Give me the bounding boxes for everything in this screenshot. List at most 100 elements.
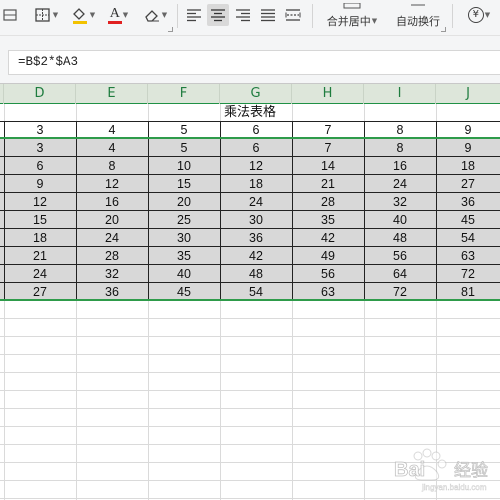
- font-color-button[interactable]: A ▼: [103, 4, 133, 26]
- product-cell[interactable]: 6: [4, 157, 76, 175]
- fill-color-button[interactable]: ▼: [68, 4, 98, 26]
- header-cell[interactable]: 5: [148, 121, 220, 139]
- clear-format-button[interactable]: ▼: [140, 4, 170, 26]
- product-cell[interactable]: 63: [436, 247, 500, 265]
- product-cell[interactable]: 14: [292, 157, 364, 175]
- product-cell[interactable]: 3: [4, 139, 76, 157]
- product-cell[interactable]: 81: [436, 283, 500, 301]
- product-cell[interactable]: 20: [148, 193, 220, 211]
- product-cell[interactable]: 40: [148, 265, 220, 283]
- product-cell[interactable]: 6: [220, 139, 292, 157]
- product-cell[interactable]: 24: [364, 175, 436, 193]
- product-cell[interactable]: 72: [436, 265, 500, 283]
- header-cell[interactable]: 8: [364, 121, 436, 139]
- product-cell[interactable]: 18: [436, 157, 500, 175]
- product-cell[interactable]: 24: [4, 265, 76, 283]
- spreadsheet-grid[interactable]: 乘法表格 3 4 5 6 7 8 9 3 4 5 6 7 8 9 6 8 10 12 14 16 18 9 12 15 18 21…: [0, 104, 500, 500]
- column-header-j[interactable]: J: [436, 84, 500, 104]
- header-cell[interactable]: 4: [76, 121, 148, 139]
- product-cell[interactable]: 9: [436, 139, 500, 157]
- gridline: [0, 498, 500, 499]
- product-cell[interactable]: 8: [76, 157, 148, 175]
- product-cell[interactable]: 45: [436, 211, 500, 229]
- product-cell[interactable]: 54: [220, 283, 292, 301]
- product-cell[interactable]: 21: [4, 247, 76, 265]
- product-cell[interactable]: 7: [292, 139, 364, 157]
- product-cell[interactable]: 36: [220, 229, 292, 247]
- product-cell[interactable]: 64: [364, 265, 436, 283]
- product-cell[interactable]: 18: [220, 175, 292, 193]
- product-cell[interactable]: 48: [364, 229, 436, 247]
- product-cell[interactable]: 56: [292, 265, 364, 283]
- justify-button[interactable]: [257, 4, 279, 26]
- column-header-i[interactable]: I: [364, 84, 436, 104]
- product-cell[interactable]: 63: [292, 283, 364, 301]
- product-cell[interactable]: 49: [292, 247, 364, 265]
- product-cell[interactable]: 15: [148, 175, 220, 193]
- header-cell[interactable]: 6: [220, 121, 292, 139]
- product-cell[interactable]: 30: [148, 229, 220, 247]
- column-header-d[interactable]: D: [4, 84, 76, 104]
- product-cell[interactable]: 42: [292, 229, 364, 247]
- toolbar-separator: [312, 4, 313, 28]
- column-header-h[interactable]: H: [292, 84, 364, 104]
- currency-format-button[interactable]: ¥ ▼: [461, 4, 497, 26]
- product-cell[interactable]: 42: [220, 247, 292, 265]
- product-cell[interactable]: 35: [148, 247, 220, 265]
- product-cell[interactable]: 27: [4, 283, 76, 301]
- product-cell[interactable]: 9: [4, 175, 76, 193]
- product-cell[interactable]: 8: [364, 139, 436, 157]
- product-cell[interactable]: 12: [4, 193, 76, 211]
- paint-bucket-icon: [71, 6, 89, 24]
- group-dialog-launcher[interactable]: [168, 27, 173, 32]
- column-header-f[interactable]: F: [148, 84, 220, 104]
- group-dialog-launcher[interactable]: [441, 27, 446, 32]
- borders-button[interactable]: ▼: [31, 4, 61, 26]
- product-cell[interactable]: 54: [436, 229, 500, 247]
- product-cell[interactable]: 16: [76, 193, 148, 211]
- left-partial-button[interactable]: [0, 4, 22, 26]
- product-cell[interactable]: 25: [148, 211, 220, 229]
- product-cell[interactable]: 45: [148, 283, 220, 301]
- product-cell[interactable]: 48: [220, 265, 292, 283]
- header-cell[interactable]: 9: [436, 121, 500, 139]
- product-cell[interactable]: 20: [76, 211, 148, 229]
- merge-center-button[interactable]: 合并居中 ▼: [320, 0, 384, 32]
- distributed-align-button[interactable]: [282, 4, 304, 26]
- svg-text:jingyan.baidu.com: jingyan.baidu.com: [421, 483, 487, 492]
- product-cell[interactable]: 56: [364, 247, 436, 265]
- column-header-g[interactable]: G: [220, 84, 292, 104]
- product-cell[interactable]: 4: [76, 139, 148, 157]
- product-cell[interactable]: 32: [364, 193, 436, 211]
- product-cell[interactable]: 72: [364, 283, 436, 301]
- align-left-button[interactable]: [183, 4, 205, 26]
- wrap-text-button[interactable]: 自动换行: [390, 0, 446, 32]
- product-cell[interactable]: 36: [76, 283, 148, 301]
- wrap-text-label: 自动换行: [396, 15, 440, 28]
- product-cell[interactable]: 32: [76, 265, 148, 283]
- product-cell[interactable]: 30: [220, 211, 292, 229]
- product-cell[interactable]: 36: [436, 193, 500, 211]
- product-cell[interactable]: 12: [76, 175, 148, 193]
- formula-input[interactable]: =B$2*$A3: [8, 50, 500, 75]
- align-right-button[interactable]: [232, 4, 254, 26]
- product-cell[interactable]: 28: [292, 193, 364, 211]
- product-cell[interactable]: 28: [76, 247, 148, 265]
- product-cell[interactable]: 5: [148, 139, 220, 157]
- product-cell[interactable]: 16: [364, 157, 436, 175]
- align-left-icon: [186, 8, 202, 22]
- product-cell[interactable]: 24: [76, 229, 148, 247]
- product-cell[interactable]: 24: [220, 193, 292, 211]
- product-cell[interactable]: 15: [4, 211, 76, 229]
- product-cell[interactable]: 35: [292, 211, 364, 229]
- product-cell[interactable]: 18: [4, 229, 76, 247]
- product-cell[interactable]: 40: [364, 211, 436, 229]
- product-cell[interactable]: 12: [220, 157, 292, 175]
- column-header-e[interactable]: E: [76, 84, 148, 104]
- product-cell[interactable]: 21: [292, 175, 364, 193]
- header-cell[interactable]: 3: [4, 121, 76, 139]
- align-center-button[interactable]: [207, 4, 229, 26]
- product-cell[interactable]: 27: [436, 175, 500, 193]
- header-cell[interactable]: 7: [292, 121, 364, 139]
- product-cell[interactable]: 10: [148, 157, 220, 175]
